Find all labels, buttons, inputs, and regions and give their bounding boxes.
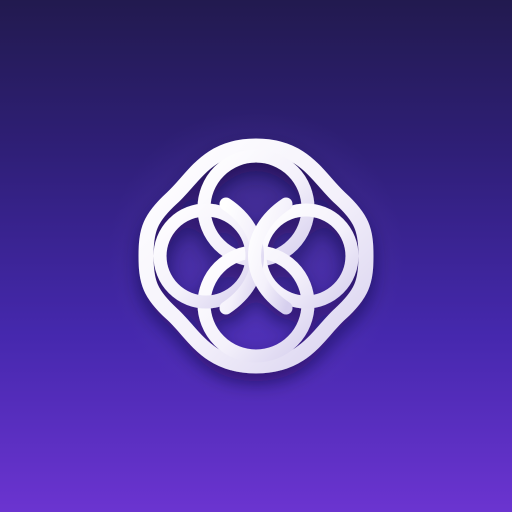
app-icon-canvas <box>0 0 512 512</box>
interlocking-rings-logo-icon <box>138 138 374 374</box>
